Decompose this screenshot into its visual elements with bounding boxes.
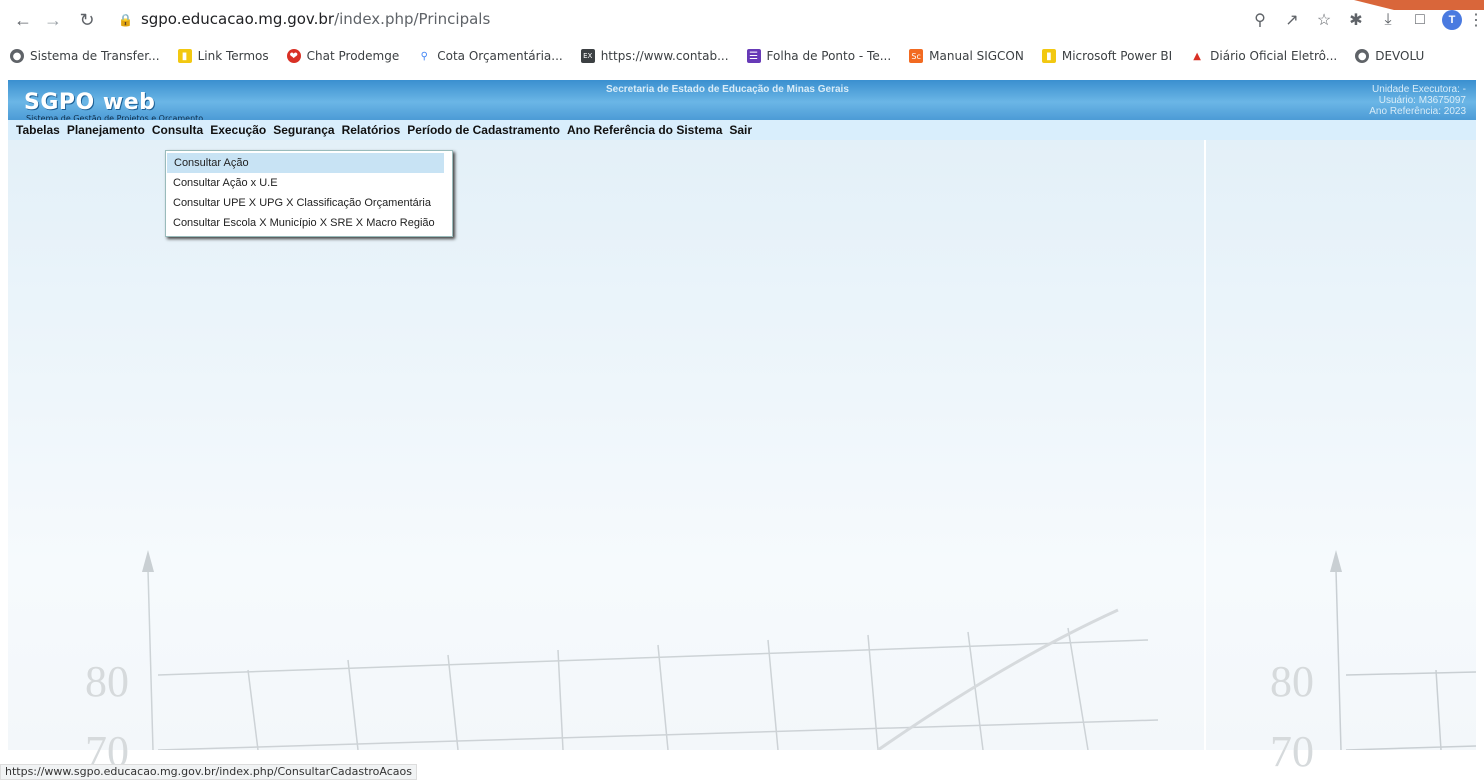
bookmark-label: Link Termos: [197, 49, 269, 63]
lock-icon: 🔒: [118, 13, 133, 27]
menu-ano-referencia[interactable]: Ano Referência do Sistema: [567, 123, 722, 137]
menu-consultar-acao-ue[interactable]: Consultar Ação x U.E: [166, 173, 452, 193]
axis-label-80: 80: [85, 657, 129, 706]
menu-execucao[interactable]: Execução: [210, 123, 266, 137]
axis-label-70-right: 70: [1270, 727, 1314, 776]
star-icon[interactable]: ☆: [1308, 6, 1340, 34]
more-menu-icon[interactable]: ⋮: [1468, 6, 1484, 34]
bookmark-item[interactable]: ● DEVOLU: [1355, 49, 1424, 63]
bookmark-item[interactable]: ⚲ Cota Orçamentária...: [417, 49, 563, 63]
app-header: SGPO web Sistema de Gestão de Projetos e…: [8, 80, 1476, 123]
bookmark-item[interactable]: ▮ Link Termos: [177, 49, 269, 63]
bookmark-label: Diário Oficial Eletrô...: [1210, 49, 1338, 63]
avatar: T: [1442, 10, 1462, 30]
bookmark-item[interactable]: ▲ Diário Oficial Eletrô...: [1190, 49, 1337, 63]
web-page: SGPO web Sistema de Gestão de Projetos e…: [0, 72, 1484, 776]
powerbi-icon: ▮: [177, 49, 192, 63]
bookmark-label: DEVOLU: [1375, 49, 1425, 63]
share-icon[interactable]: ↗: [1276, 6, 1308, 34]
extensions-icon[interactable]: ✱: [1340, 6, 1372, 34]
menu-consulta[interactable]: Consulta: [152, 123, 203, 137]
menu-planejamento[interactable]: Planejamento: [67, 123, 145, 137]
menu-sair[interactable]: Sair: [729, 123, 752, 137]
bookmark-label: Chat Prodemge: [306, 49, 400, 63]
sidepanel-icon[interactable]: □: [1404, 6, 1436, 34]
key-icon[interactable]: ⚲: [1244, 6, 1276, 34]
globe-icon: ●: [1355, 49, 1370, 63]
bookmark-label: Microsoft Power BI: [1061, 49, 1173, 63]
bookmark-item[interactable]: Sc Manual SIGCON: [909, 49, 1024, 63]
menu-relatorios[interactable]: Relatórios: [342, 123, 401, 137]
usuario: Usuário: M3675097: [1378, 95, 1466, 106]
list-icon: ☰: [746, 49, 761, 63]
menu-consultar-acao[interactable]: Consultar Ação: [167, 153, 444, 173]
menu-tabelas[interactable]: Tabelas: [16, 123, 60, 137]
url-path: /index.php/Principals: [334, 10, 491, 28]
bookmark-item[interactable]: ● Sistema de Transfer...: [10, 49, 160, 63]
bookmarks-bar: ● Sistema de Transfer... ▮ Link Termos ❤ Ch…: [0, 44, 1484, 68]
powerbi-icon: ▮: [1041, 49, 1056, 63]
person-icon: ⚲: [420, 50, 428, 62]
bookmark-label: Cota Orçamentária...: [437, 49, 563, 63]
reload-icon[interactable]: ↻: [72, 5, 102, 35]
menu-consultar-escola-municipio[interactable]: Consultar Escola X Município X SRE X Mac…: [166, 213, 452, 233]
axis-label-80-right: 80: [1270, 657, 1314, 706]
bookmark-label: Manual SIGCON: [929, 49, 1024, 63]
profile-avatar[interactable]: T: [1436, 6, 1468, 34]
exam-icon: EX: [580, 49, 595, 63]
sc-icon: Sc: [909, 49, 924, 63]
address-bar[interactable]: 🔒 sgpo.educacao.mg.gov.br/index.php/Princ…: [118, 10, 490, 28]
menu-consultar-upe-upg[interactable]: Consultar UPE X UPG X Classificação Orça…: [166, 193, 452, 213]
url-domain: sgpo.educacao.mg.gov.br: [140, 10, 335, 28]
chat-icon: ❤: [286, 49, 301, 63]
bookmark-label: Sistema de Transfer...: [30, 49, 160, 63]
globe-icon: ●: [10, 49, 24, 63]
bookmark-item[interactable]: ❤ Chat Prodemge: [286, 49, 400, 63]
bookmark-label: Folha de Ponto - Te...: [766, 49, 892, 63]
consulta-dropdown: Consultar Ação Consultar Ação x U.E Cons…: [165, 150, 453, 237]
main-menu: Tabelas Planejamento Consulta Execução S…: [8, 120, 1476, 140]
user-info: Unidade Executora: - Usuário: M3675097 A…: [1369, 84, 1466, 117]
bookmark-item[interactable]: EX https://www.contab...: [580, 49, 729, 63]
browser-actions: ⚲ ↗ ☆ ✱ ⤓ □ T ⋮: [1244, 6, 1484, 34]
download-icon[interactable]: ⤓: [1372, 6, 1404, 34]
browser-toolbar: ← → ↻ 🔒 sgpo.educacao.mg.gov.br/index.php…: [0, 0, 1484, 40]
back-arrow-icon[interactable]: ←: [8, 5, 38, 35]
unidade-executora: Unidade Executora: -: [1372, 84, 1466, 95]
bookmark-item[interactable]: ☰ Folha de Ponto - Te...: [746, 49, 892, 63]
banner-title: Secretaria de Estado de Educação de Mina…: [606, 84, 849, 95]
app-logo[interactable]: SGPO web: [24, 90, 155, 115]
bookmark-item[interactable]: ▮ Microsoft Power BI: [1041, 49, 1173, 63]
forward-arrow-icon[interactable]: →: [38, 5, 68, 35]
bookmark-label: https://www.contab...: [600, 49, 729, 63]
background-graph-decoration-right: [1330, 550, 1476, 750]
ano-referencia: Ano Referência: 2023: [1369, 106, 1466, 117]
menu-seguranca[interactable]: Segurança: [273, 123, 334, 137]
menu-periodo-cadastramento[interactable]: Período de Cadastramento: [407, 123, 560, 137]
triangle-icon: ▲: [1193, 50, 1201, 62]
status-bar-url: https://www.sgpo.educacao.mg.gov.br/inde…: [0, 764, 417, 780]
